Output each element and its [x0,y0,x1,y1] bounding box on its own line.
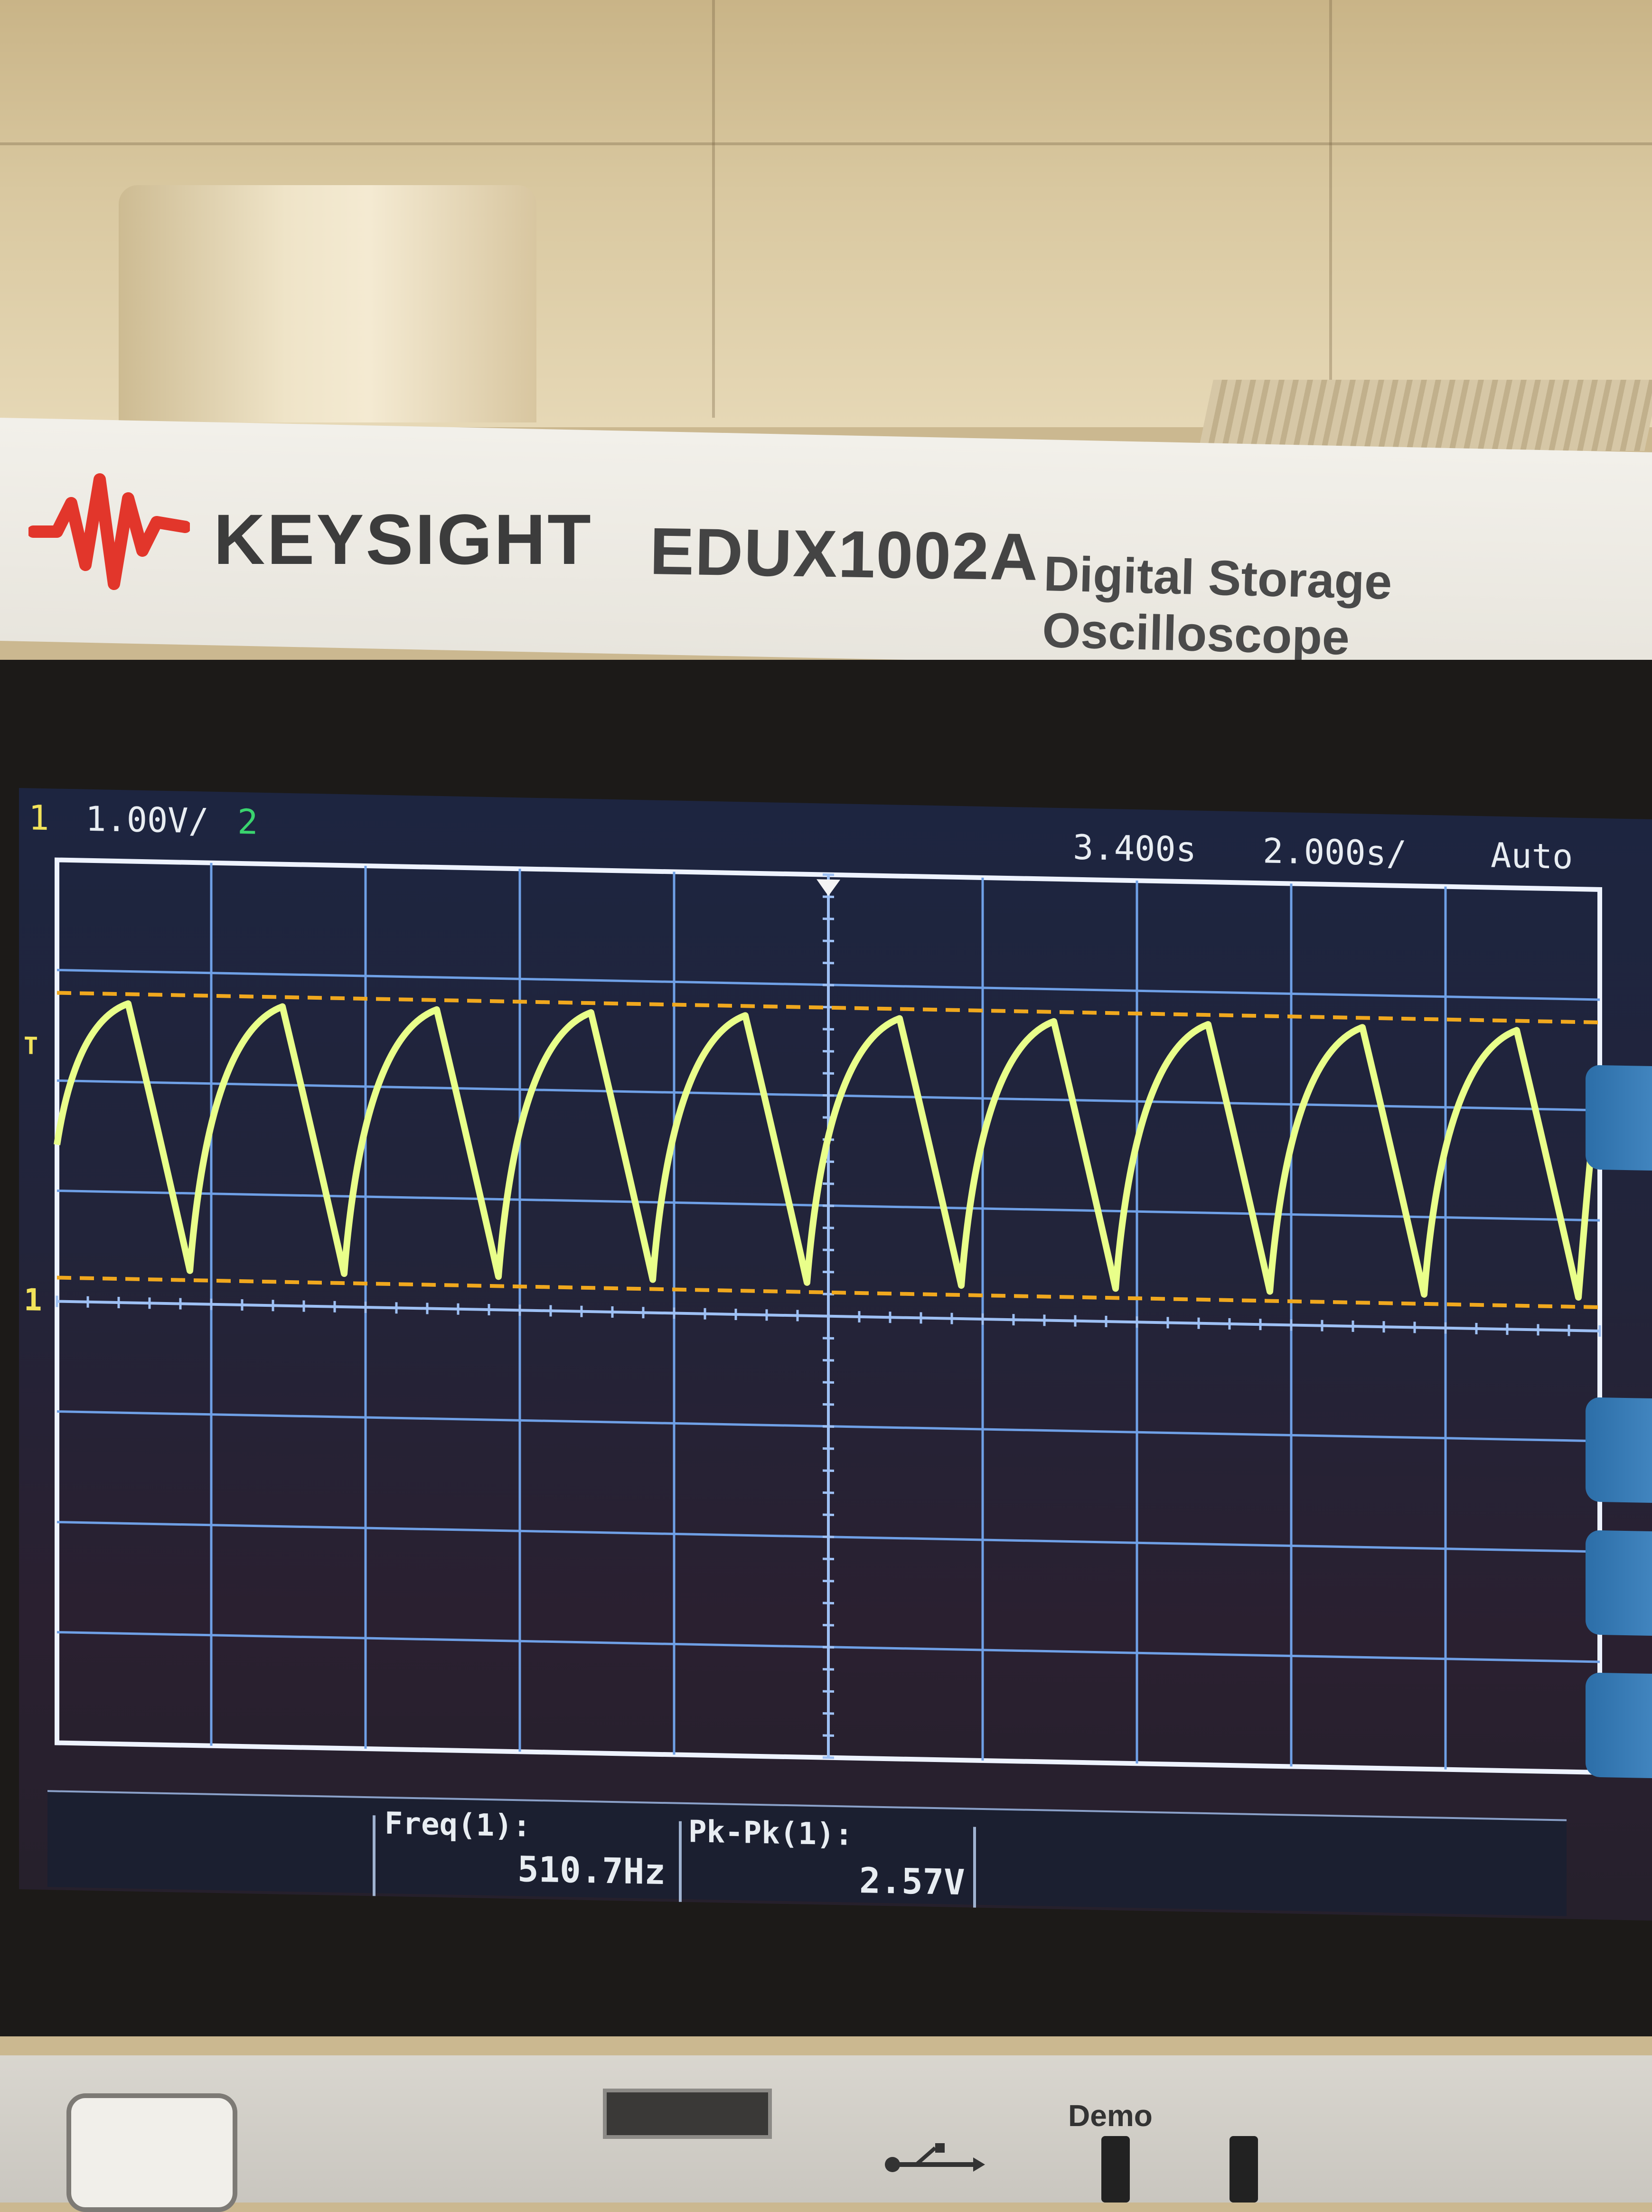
waveform-display: 1 T [19,788,1652,1816]
oscilloscope-screen: 1 1.00V/ 2 3.400s 2.000s/ Auto [19,788,1652,1921]
ch1-ground-marker: 1 [24,1283,42,1318]
softkey-2[interactable] [1586,1397,1652,1503]
demo-terminal[interactable] [1230,2136,1258,2203]
ceiling-seam [1329,0,1332,418]
front-panel [0,2055,1652,2203]
demo-terminal[interactable] [1101,2136,1130,2203]
power-button[interactable] [66,2093,237,2212]
trigger-position-marker [817,879,840,896]
trigger-level-marker: T [24,1032,38,1060]
usb-port[interactable] [603,2089,772,2139]
softkey-3[interactable] [1586,1530,1652,1636]
usb-icon [883,2136,987,2184]
ceiling-seam [712,0,715,418]
model-number: EDUX1002A [649,513,1039,596]
ceiling-vent [1198,380,1652,451]
keysight-logo-icon [28,470,190,593]
demo-label: Demo [1068,2098,1153,2133]
softkey-1[interactable] [1586,1065,1652,1171]
softkey-4[interactable] [1586,1672,1652,1779]
brand-name: KEYSIGHT [214,498,593,581]
device-description: Digital Storage Oscilloscope [1042,546,1652,674]
ceiling-seam [0,142,1652,145]
ceiling-pipe [119,185,536,422]
